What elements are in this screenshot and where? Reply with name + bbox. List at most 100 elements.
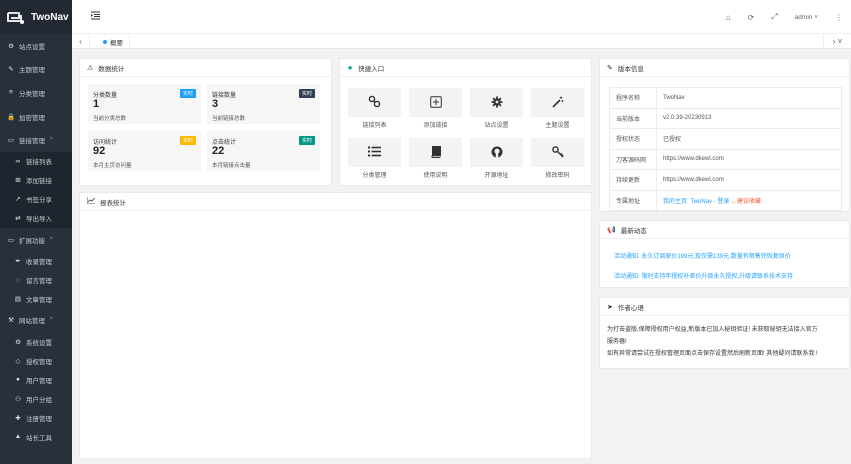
stats-title: 数据统计 <box>98 65 125 73</box>
home-icon[interactable]: ⌂ <box>726 13 731 22</box>
chevron-up-icon: ^ <box>50 137 53 144</box>
sidebar-item-label: 文章管理 <box>26 297 52 305</box>
lock-icon: 🔒 <box>7 113 16 121</box>
sidebar-item-19[interactable]: ▲ 站长工具 <box>0 427 72 446</box>
sidebar-item-7[interactable]: ↗ 书签分享 <box>0 189 72 209</box>
quick-card: ★ 快捷入口 链接列表 添加链接 站点设置 主题设置 分类管理 使用说明 开源地址 修改密码 <box>339 58 592 186</box>
sidebar-item-14[interactable]: ⚙ 系统设置 <box>0 332 72 351</box>
stat-subtitle: 本月主页访问量 <box>93 163 132 169</box>
news-item[interactable]: 活动通知: 永久订阅原价199元,现仅需139元,数量有限售完恢复原价 <box>614 251 791 260</box>
sidebar-item-15[interactable]: ◇ 授权管理 <box>0 351 72 370</box>
user-icon: ● <box>16 376 20 384</box>
quick-link-button[interactable] <box>348 88 401 117</box>
sidebar-item-3[interactable]: 🔒 加密管理 <box>0 105 72 129</box>
sidebar-item-11[interactable]: ◌ 留言管理 <box>0 271 72 290</box>
quick-key-button[interactable] <box>531 138 584 167</box>
sidebar-item-10[interactable]: ✒ 收录管理 <box>0 252 72 271</box>
user-plus-icon: ✚ <box>15 414 21 422</box>
quick-book-button[interactable] <box>409 138 462 167</box>
quick-label[interactable]: 开源地址 <box>470 170 523 179</box>
sidebar-item-18[interactable]: ✚ 注册管理 <box>0 408 72 427</box>
sidebar-item-label: 授权管理 <box>26 358 52 366</box>
quick-gear-button[interactable] <box>470 88 523 117</box>
brand-logo[interactable]: TwoNav <box>0 0 72 34</box>
sidebar-item-label: 用户管理 <box>26 377 52 385</box>
warning-icon: ⚠ <box>87 64 94 72</box>
tab-label: 概要 <box>110 39 123 47</box>
refresh-icon[interactable]: ⟳ <box>748 13 755 22</box>
quick-label[interactable]: 主题设置 <box>531 120 584 129</box>
chevron-up-icon: ^ <box>50 236 53 243</box>
sidebar-item-label: 主题管理 <box>19 67 45 75</box>
warning-icon: ▲ <box>14 433 22 441</box>
info-key: 授权状态 <box>609 128 657 150</box>
tab-next-icon[interactable]: › ˅ <box>823 34 851 49</box>
login-link[interactable]: TwoNav - 登录 <box>690 199 729 205</box>
quick-label[interactable]: 修改密码 <box>531 170 584 179</box>
twonav-logo-icon <box>6 9 26 25</box>
status-badge: 实时 <box>298 89 315 98</box>
stat-box: 分类数量 实时 1 当前分类总数 <box>88 84 201 124</box>
home-link[interactable]: 我的主页 <box>663 199 687 205</box>
quick-plus-square-button[interactable] <box>409 88 462 117</box>
table-row: 专属地址 我的主页 TwoNav - 登录 ←建议收藏 <box>609 189 842 211</box>
info-value: 已授权 <box>656 128 842 150</box>
quick-magic-wand-button[interactable] <box>531 88 584 117</box>
sidebar-item-label: 网站管理 <box>19 318 45 326</box>
line-chart-icon <box>86 197 95 206</box>
sidebar-item-4[interactable]: ▭ 链接管理 ^ <box>0 128 72 152</box>
status-badge: 实时 <box>179 89 196 98</box>
info-link[interactable]: https://www.dkewl.com <box>656 169 842 191</box>
cogs-icon: ⚙ <box>15 338 21 346</box>
plus-square-icon <box>429 95 442 110</box>
sidebar-item-8[interactable]: ⇄ 导出导入 <box>0 208 72 228</box>
sidebar-item-label: 站长工具 <box>26 434 52 442</box>
author-line: 为打击盗版,保障授权用户权益,新版本已加入秘钥验证! 未获取秘钥无法接入官方 <box>607 327 818 333</box>
stat-subtitle: 本月链接点击量 <box>212 163 251 169</box>
table-row: 刀客源码网 https://www.dkewl.com <box>609 148 842 170</box>
sidebar-item-16[interactable]: ● 用户管理 <box>0 370 72 389</box>
version-card: ✎ 版本信息 程序名称 TwoNav 当前版本 v2.0.39-20230913 授权状态… <box>599 58 850 212</box>
user-menu[interactable]: admin ˅ <box>795 14 818 21</box>
info-key: 程序名称 <box>609 87 657 109</box>
sidebar-item-1[interactable]: ✎ 主题管理 <box>0 58 72 82</box>
info-link[interactable]: https://www.dkewl.com <box>656 148 842 170</box>
sidebar-item-5[interactable]: ∞ 链接列表 <box>0 151 72 171</box>
gear-icon <box>491 96 503 110</box>
tab-prev-icon[interactable]: ‹ <box>72 34 90 49</box>
sidebar-item-12[interactable]: ▤ 文章管理 <box>0 290 72 309</box>
quick-label[interactable]: 链接列表 <box>348 120 401 129</box>
quick-label[interactable]: 站点设置 <box>470 120 523 129</box>
sidebar-item-9[interactable]: ▭ 扩展功能 ^ <box>0 228 72 252</box>
fullscreen-icon[interactable]: ⤢ <box>771 12 777 22</box>
sidebar-item-label: 系统设置 <box>26 339 52 347</box>
sidebar-item-0[interactable]: ⚙ 站点设置 <box>0 34 72 58</box>
quick-label[interactable]: 分类管理 <box>348 170 401 179</box>
info-key: 当前版本 <box>609 107 657 129</box>
sidebar-item-6[interactable]: ⊞ 添加链接 <box>0 170 72 190</box>
stat-subtitle: 当前链接总数 <box>212 116 246 122</box>
sidebar-item-label: 留言管理 <box>26 278 52 286</box>
sidebar-item-13[interactable]: ⚒ 网站管理 ^ <box>0 309 72 333</box>
stat-box: 点击统计 实时 22 本月链接点击量 <box>207 131 320 171</box>
wrench-icon: ⚒ <box>8 317 14 325</box>
user-name: admin <box>794 13 813 21</box>
star-icon: ★ <box>347 64 354 72</box>
sidebar-item-2[interactable]: ≡ 分类管理 <box>0 81 72 105</box>
quick-list-button[interactable] <box>348 138 401 167</box>
menu-toggle-icon[interactable] <box>91 11 100 20</box>
info-key: 持续更新 <box>609 169 657 191</box>
more-icon[interactable]: ⋮ <box>835 13 843 22</box>
sidebar-item-17[interactable]: ⚇ 用户分组 <box>0 389 72 408</box>
quick-github-button[interactable] <box>470 138 523 167</box>
quick-label[interactable]: 添加链接 <box>409 120 462 129</box>
brand-name: TwoNav <box>31 11 69 23</box>
exclusive-links: 我的主页 TwoNav - 登录 ←建议收藏 <box>656 189 842 211</box>
pen-icon: ✎ <box>607 64 613 72</box>
tab-overview[interactable]: 概要 <box>97 34 130 49</box>
quick-label[interactable]: 使用说明 <box>409 170 462 179</box>
news-item[interactable]: 活动通知: 限时支持年授权补差价升级永久授权,升级请联系技术支持 <box>614 271 793 280</box>
chevron-up-icon: ^ <box>50 317 53 324</box>
brush-icon: ✎ <box>8 66 14 74</box>
sidebar: TwoNav ⚙ 站点设置 ✎ 主题管理 ≡ 分类管理 🔒 加密管理 ▭ 链接管理 ^ ∞ 链接列表 ⊞ 添… <box>0 0 72 464</box>
